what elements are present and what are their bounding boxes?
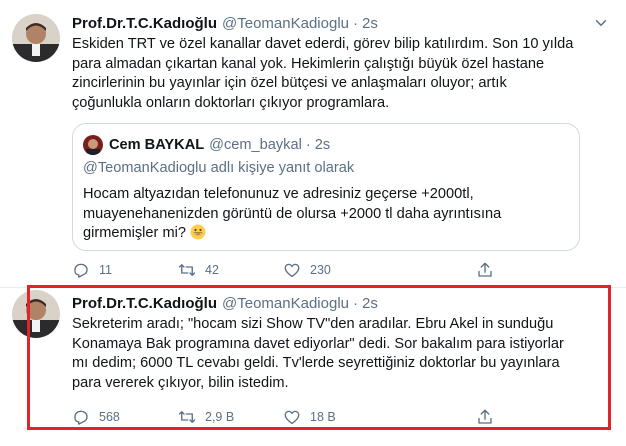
reply-context: @TeomanKadioglu adlı kişiye yanıt olarak <box>83 160 355 176</box>
tweet-1[interactable]: Prof.Dr.T.C.Kadıoğlu @TeomanKadioglu · 2… <box>0 0 626 288</box>
tweet-content: Prof.Dr.T.C.Kadıoğlu @TeomanKadioglu · 2… <box>72 12 610 113</box>
like-icon <box>284 263 300 278</box>
quoted-text: Hocam altyazıdan telefonunuz ve adresini… <box>83 185 569 244</box>
author-name[interactable]: Prof.Dr.T.C.Kadıoğlu <box>72 15 217 32</box>
separator: · <box>353 14 358 32</box>
avatar[interactable] <box>12 14 60 62</box>
retweet-icon <box>178 264 196 276</box>
share-button[interactable] <box>476 261 494 279</box>
quoted-tweet[interactable]: Cem BAYKAL @cem_baykal · 2s @TeomanKadio… <box>72 123 580 251</box>
like-button[interactable]: 230 <box>283 261 331 279</box>
highlight-box <box>27 285 611 430</box>
timestamp[interactable]: 2s <box>362 15 378 32</box>
tweet-header: Prof.Dr.T.C.Kadıoğlu @TeomanKadioglu · 2… <box>72 12 610 34</box>
reply-button[interactable]: 11 <box>72 261 112 279</box>
more-icon[interactable] <box>592 14 610 32</box>
author-handle[interactable]: @TeomanKadioglu <box>222 15 349 32</box>
quoted-timestamp: 2s <box>314 137 331 153</box>
quoted-text-body: Hocam altyazıdan telefonunuz ve adresini… <box>83 186 502 241</box>
tweet-text: Eskiden TRT ve özel kanallar davet ederd… <box>72 36 574 111</box>
tweet-actions: 11 42 230 <box>72 259 512 281</box>
share-icon <box>478 262 492 277</box>
quoted-author-name: Cem BAYKAL <box>109 137 205 153</box>
retweet-count: 42 <box>205 263 219 277</box>
retweet-button[interactable]: 42 <box>178 261 219 279</box>
quoted-author-handle: @cem_baykal <box>209 137 302 153</box>
emoji-grinning-icon <box>190 224 206 240</box>
reply-count: 11 <box>99 263 112 277</box>
reply-icon <box>74 263 88 278</box>
quoted-header: Cem BAYKAL @cem_baykal · 2s <box>83 135 330 155</box>
quoted-avatar <box>83 135 103 155</box>
separator: · <box>305 137 311 153</box>
like-count: 230 <box>310 263 331 277</box>
